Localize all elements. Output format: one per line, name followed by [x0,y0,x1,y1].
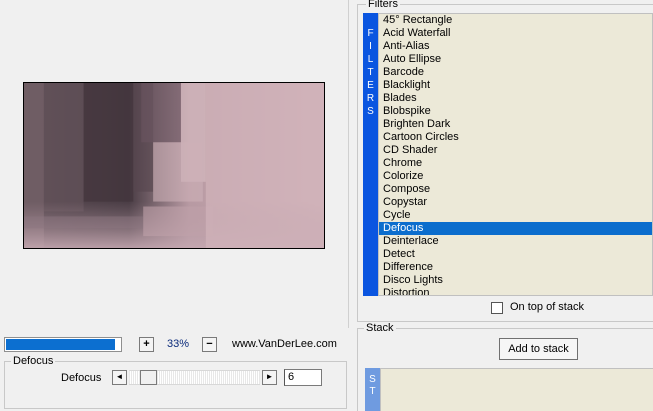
filter-item[interactable]: Auto Ellipse [379,53,652,66]
filter-item[interactable]: Difference [379,261,652,274]
filter-item[interactable]: Copystar [379,196,652,209]
on-top-checkbox[interactable] [491,302,503,314]
stack-list[interactable] [380,368,653,411]
banner-letter: S [369,374,376,385]
zoom-row: + 33% − www.VanDerLee.com [0,333,349,357]
website-link[interactable]: www.VanDerLee.com [232,338,337,350]
filter-item[interactable]: Blades [379,92,652,105]
banner-letter: S [367,106,374,117]
filter-list[interactable]: 45° Rectangle Acid Waterfall Anti-Alias Aut… [378,13,653,296]
zoom-in-button[interactable]: + [139,337,154,352]
zoom-out-button[interactable]: − [202,337,217,352]
defocus-slider[interactable] [129,370,260,385]
filter-item[interactable]: Brighten Dark [379,118,652,131]
preview-image[interactable] [23,82,325,249]
defocus-param-label: Defocus [61,372,102,384]
filter-item[interactable]: CD Shader [379,144,652,157]
filters-group: Filters FILTERS 45° Rectangle Acid Waterf… [357,0,653,322]
add-to-stack-button[interactable]: Add to stack [499,338,578,360]
stack-banner: ST [365,368,380,411]
filter-item[interactable]: Colorize [379,170,652,183]
banner-letter: L [367,54,374,65]
filter-item[interactable]: Compose [379,183,652,196]
filters-banner: FILTERS [363,13,378,296]
progress-fill [6,339,116,350]
filter-item[interactable]: Defocus [379,222,652,235]
preview-panel [0,0,349,328]
banner-letter: I [369,41,372,52]
filter-item[interactable]: Disco Lights [379,274,652,287]
banner-letter: F [367,28,374,39]
parameters-group-title: Defocus [11,355,56,367]
filter-item[interactable]: Acid Waterfall [379,27,652,40]
slider-thumb[interactable] [140,370,157,385]
filter-item[interactable]: Detect [379,248,652,261]
banner-letter: T [367,67,374,78]
filter-item[interactable]: Cartoon Circles [379,131,652,144]
on-top-label: On top of stack [510,301,584,313]
filters-group-title: Filters [366,0,400,10]
filter-item[interactable]: Distortion [379,287,652,295]
banner-letter: R [366,93,375,104]
stack-group: Stack Add to stack ST [357,322,653,411]
filter-item[interactable]: Anti-Alias [379,40,652,53]
progress-bar [4,337,122,352]
filter-item[interactable]: Blobspike [379,105,652,118]
defocus-value-input[interactable]: 6 [284,369,322,386]
stack-group-title: Stack [364,322,396,334]
slider-increase-button[interactable]: ► [262,370,277,385]
filter-item[interactable]: Cycle [379,209,652,222]
zoom-level: 33% [166,338,190,350]
slider-decrease-button[interactable]: ◄ [112,370,127,385]
preview-render [24,83,324,248]
filter-item[interactable]: Chrome [379,157,652,170]
parameters-group: Defocus Defocus ◄ ► 6 [4,355,347,409]
banner-letter: E [367,80,374,91]
filter-item[interactable]: Deinterlace [379,235,652,248]
banner-letter: T [369,386,376,397]
filter-item[interactable]: 45° Rectangle [379,14,652,27]
filter-item[interactable]: Blacklight [379,79,652,92]
filter-item[interactable]: Barcode [379,66,652,79]
